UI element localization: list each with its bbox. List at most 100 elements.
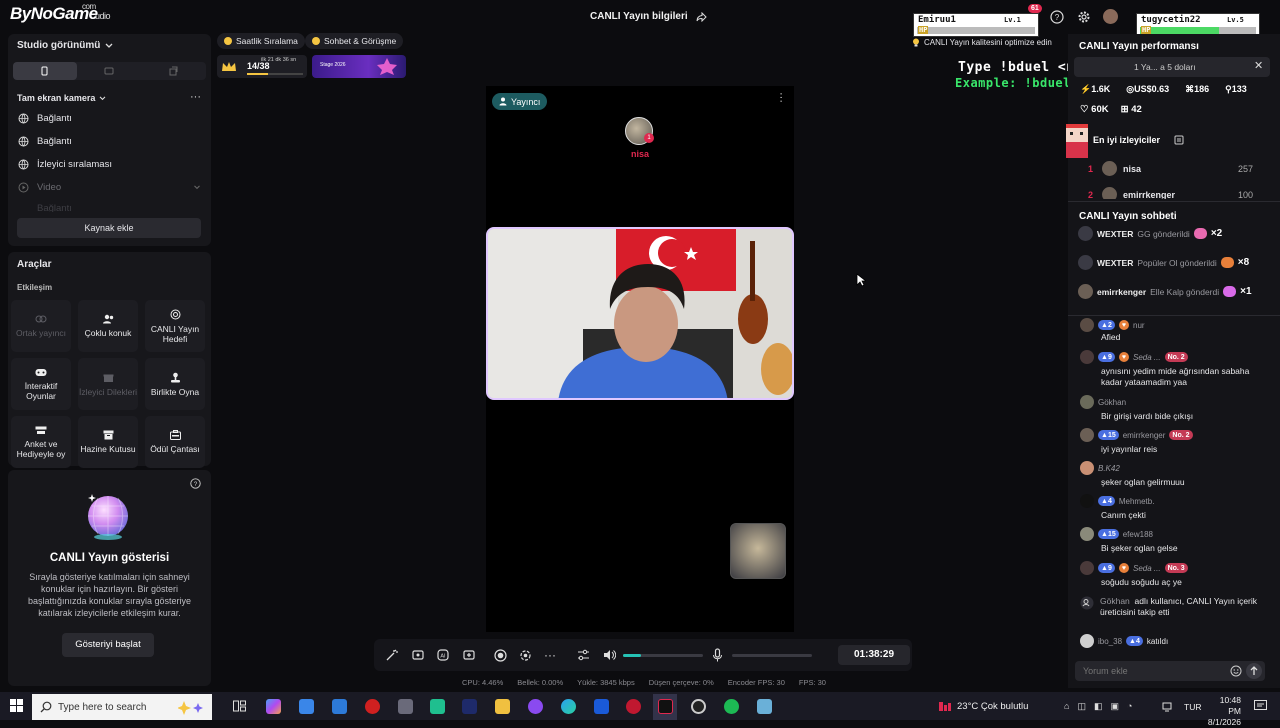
camera-switch-icon[interactable] [519,649,532,662]
chat-message[interactable]: ▲ 15 emirrkenger No. 2 iyi yayınlar reis [1080,428,1270,455]
clock[interactable]: 10:48 PM 8/1/2026 [1207,695,1241,728]
app-navy-icon[interactable] [462,699,477,714]
source-link-2[interactable]: Bağlantı [18,136,72,147]
app-gray-icon[interactable] [398,699,413,714]
help-icon[interactable]: ? [190,478,201,489]
send-button[interactable] [1246,663,1262,679]
likes-value: 60K [1091,104,1109,115]
taskbar-search[interactable]: Type here to search [32,694,212,720]
chat-message[interactable]: ▲ 9 ♥ Seda ... No. 3 soğudu soğudu aç ye [1080,561,1270,588]
source-link-3[interactable]: Bağlantı [18,204,72,212]
optimize-tip[interactable]: CANLI Yayın kalitesini optimize edin [912,38,1052,47]
github-icon[interactable] [691,699,706,714]
copilot-icon[interactable] [266,699,281,714]
edge-browser-icon[interactable] [561,699,576,714]
tray-icon[interactable]: ◧ [1094,701,1103,712]
chat-message[interactable]: ▲ 15 efew188 Bi şeker oglan gelse [1080,527,1270,554]
microphone-icon[interactable] [712,648,723,662]
comment-input[interactable] [1075,661,1225,681]
host-role-tag[interactable]: Yayıncı [492,93,548,110]
mail-icon[interactable] [332,699,347,714]
tray-icon[interactable]: ◫ [1077,701,1086,712]
player2-hp-bar [1140,27,1256,34]
studio-view-title[interactable]: Studio görünümü [17,40,113,51]
portrait-option[interactable] [13,62,77,80]
start-show-button[interactable]: Gösteriyi başlat [62,633,154,657]
spotify-icon[interactable] [724,699,739,714]
microsoft-store-icon[interactable] [299,699,314,714]
profile-avatar[interactable] [1103,9,1118,24]
live-info-button[interactable]: CANLI Yayın bilgileri [590,11,707,22]
event-banner[interactable]: Stage 2026 [312,55,406,78]
rank-badge: No. 2 [1164,352,1188,362]
reward-bag-tile[interactable]: Ödül Çantası [145,416,205,468]
hourly-ranking-pill[interactable]: Saatlik Sıralama [217,33,305,49]
top-viewers-header[interactable]: En iyi izleyiciler [1093,135,1184,145]
chat-message[interactable]: B.K42 şeker oglan gelirmuuu [1080,461,1270,488]
effects-icon[interactable] [412,649,424,661]
pip-thumbnail[interactable] [730,523,786,579]
ai-icon[interactable]: AI [437,649,449,661]
more-options-icon[interactable]: ··· [190,91,201,103]
layout-icon [169,66,178,76]
app-purple-icon[interactable] [528,699,543,714]
source-viewer-ranking[interactable]: İzleyici sıralaması [18,159,112,170]
chat-message[interactable]: ▲ 9 ♥ Seda ... No. 2 aynısını yedim mide … [1080,350,1270,388]
app-green-icon[interactable] [430,699,445,714]
live-show-panel: ? CANLI Yayın gösterisi Sırayla gösteriy… [8,470,211,686]
gift-text: Elle Kalp gönderdi [1150,286,1220,297]
chat-message[interactable]: Gökhan Bir girişi vardı bide çıkışı [1080,395,1270,422]
speaker-icon[interactable] [603,649,616,661]
speaker-volume-slider[interactable] [623,654,703,657]
chat-call-pill[interactable]: Sohbet & Görüşme [305,33,404,49]
chat-message[interactable]: ▲ 2 ♥ nur Afied [1080,318,1270,343]
tray-icon[interactable]: ▣ [1110,701,1119,712]
add-scene-icon[interactable] [463,649,475,661]
app-blue-icon[interactable] [594,699,609,714]
magic-wand-icon[interactable] [386,649,398,661]
close-icon[interactable]: ✕ [1254,59,1263,72]
source-video[interactable]: Video [18,182,201,193]
more-controls-icon[interactable]: ··· [544,648,556,662]
interactive-games-tile[interactable]: İnteraktif Oyunlar [11,358,71,410]
layout-option[interactable] [141,62,206,80]
notification-center-icon[interactable] [1254,700,1267,712]
opera-icon[interactable] [626,699,641,714]
microphone-volume-slider[interactable] [732,654,812,657]
treasure-box-tile[interactable]: Hazine Kutusu [78,416,138,468]
co-host-tile[interactable]: Ortak yayıncı [11,300,71,352]
camera-source[interactable]: Tam ekran kamera [17,93,106,103]
record-icon[interactable] [494,649,507,662]
add-source-button[interactable]: Kaynak ekle [17,218,201,238]
play-together-tile[interactable]: Birlikte Oyna [145,358,205,410]
likes-metric: ♡ 60K [1080,104,1109,115]
progress-widget[interactable]: 14/38 ilk 21 dk 36 sn [217,55,307,78]
windows-start-icon[interactable] [10,699,23,712]
weather-widget[interactable]: 23°C Çok bulutlu [938,700,1028,712]
app-red-icon[interactable] [365,699,380,714]
mouse-cursor-icon [856,273,866,287]
landscape-option[interactable] [77,62,141,80]
task-view-icon[interactable] [233,700,246,712]
multi-guest-tile[interactable]: Çoklu konuk [78,300,138,352]
tiktok-icon[interactable] [658,699,673,714]
source-link-1[interactable]: Bağlantı [18,113,72,124]
chat-message[interactable]: ▲ 4 Mehmetb. Canım çekti [1080,494,1270,521]
app-lightblue-icon[interactable] [757,699,772,714]
mixer-sliders-icon[interactable] [577,649,590,661]
poll-tile[interactable]: Anket ve Hediyeyle oy [11,416,71,468]
top-viewer-row[interactable]: 1 nisa 257 [1080,161,1260,177]
tray-icon[interactable]: ⌂ [1064,701,1069,712]
followers-metric: ⚲133 [1225,84,1247,94]
live-goal-tile[interactable]: CANLI Yayın Hedefi [145,300,205,352]
file-explorer-icon[interactable] [495,699,510,714]
tray-icon[interactable]: ◔ [1127,701,1132,712]
help-icon[interactable]: ? [1050,10,1064,24]
emoji-icon[interactable] [1230,665,1242,677]
network-icon[interactable] [1162,702,1172,712]
stream-more-icon[interactable]: ··· [775,92,787,103]
language-indicator[interactable]: TUR [1184,702,1201,712]
viewer-wishes-tile[interactable]: İzleyici Dilekleri [78,358,138,410]
settings-gear-icon[interactable] [1077,10,1091,24]
top-viewer-row[interactable]: 2 emirrkenger 100 [1080,187,1260,199]
